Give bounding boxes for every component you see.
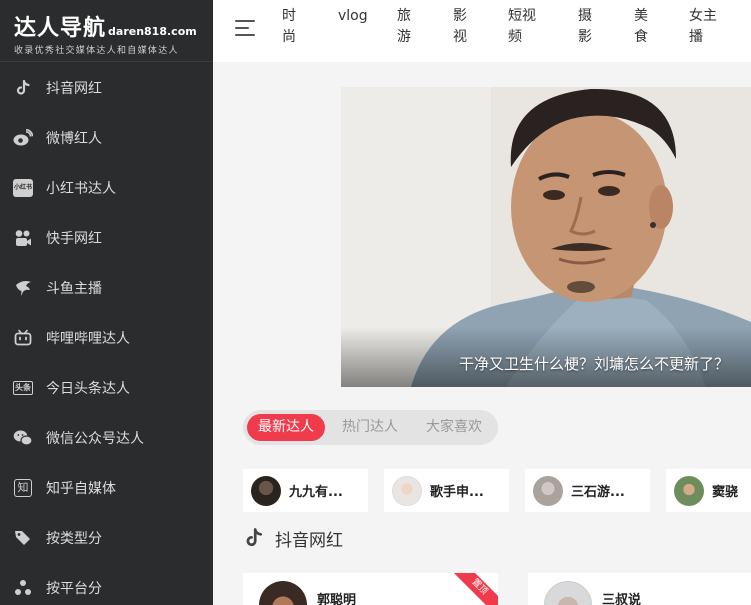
category-vlog[interactable]: vlog <box>338 6 368 27</box>
sidebar-item-label: 微信公众号达人 <box>46 431 144 447</box>
creator-card[interactable]: 九九有... <box>243 469 368 512</box>
menu-line <box>235 20 255 22</box>
creator-name: 窦骁 <box>712 485 739 500</box>
logo-domain: daren818.com <box>108 25 197 38</box>
sidebar-item-by-type[interactable]: 按类型分 <box>0 513 213 563</box>
banner-caption[interactable]: 干净又卫生什么梗？刘墉怎么不更新了？ <box>459 353 729 374</box>
sidebar-item-label: 快手网红 <box>46 231 102 247</box>
sidebar-item-xiaohongshu[interactable]: 小红书 小红书达人 <box>0 163 213 213</box>
platform-icon <box>13 578 33 598</box>
weibo-icon <box>13 128 33 148</box>
logo-title: 达人导航 <box>14 16 107 41</box>
sidebar-item-wechat[interactable]: 微信公众号达人 <box>0 413 213 463</box>
category-fashion[interactable]: 时 尚 <box>282 6 296 48</box>
sidebar-item-label: 今日头条达人 <box>46 381 130 397</box>
sidebar-item-by-platform[interactable]: 按平台分 <box>0 563 213 605</box>
sidebar-item-bilibili[interactable]: 哔哩哔哩达人 <box>0 313 213 363</box>
category-film[interactable]: 影 视 <box>453 6 467 48</box>
sidebar-item-label: 斗鱼主播 <box>46 281 102 297</box>
creator-card[interactable]: 郭聪明 置顶 <box>243 573 498 605</box>
menu-line <box>235 34 255 36</box>
pinned-ribbon: 置顶 <box>446 573 498 605</box>
zhihu-icon-text: 知 <box>14 479 32 497</box>
creator-card[interactable]: 歌手申... <box>384 469 509 512</box>
sidebar-item-label: 小红书达人 <box>46 181 116 197</box>
sidebar-item-zhihu[interactable]: 知 知乎自媒体 <box>0 463 213 513</box>
sidebar-item-label: 按平台分 <box>46 581 102 597</box>
site-logo[interactable]: 达人导航 daren818.com 收录优秀社交媒体达人和自媒体达人 <box>0 0 213 62</box>
menu-line <box>235 27 249 29</box>
sidebar-item-label: 按类型分 <box>46 531 102 547</box>
toutiao-icon-text: 头条 <box>13 381 33 395</box>
sidebar-item-label: 微博红人 <box>46 131 102 147</box>
tiktok-icon <box>243 527 265 549</box>
category-food[interactable]: 美 食 <box>634 6 648 48</box>
creator-card[interactable]: 窦骁 <box>666 469 751 512</box>
avatar <box>259 581 307 605</box>
avatar <box>544 581 592 605</box>
sidebar: 达人导航 daren818.com 收录优秀社交媒体达人和自媒体达人 抖音网红 … <box>0 0 213 605</box>
douyu-icon <box>13 278 33 298</box>
zhihu-icon: 知 <box>13 478 33 498</box>
creator-tabs: 最新达人 热门达人 大家喜欢 <box>243 410 498 445</box>
tag-icon <box>13 528 33 548</box>
top-nav-bar: 时 尚 vlog 旅 游 影 视 短视 频 摄 影 美 食 女主 播 <box>213 0 751 62</box>
sidebar-item-douyu[interactable]: 斗鱼主播 <box>0 263 213 313</box>
category-photography[interactable]: 摄 影 <box>578 6 592 48</box>
tab-latest[interactable]: 最新达人 <box>247 414 325 441</box>
xiaohongshu-icon-text: 小红书 <box>13 179 33 197</box>
category-travel[interactable]: 旅 游 <box>397 6 411 48</box>
creator-name: 三叔说 <box>602 593 642 605</box>
tab-popular[interactable]: 大家喜欢 <box>415 414 493 441</box>
sidebar-item-kuaishou[interactable]: 快手网红 <box>0 213 213 263</box>
creator-name: 歌手申... <box>430 485 484 500</box>
sidebar-item-douyin[interactable]: 抖音网红 <box>0 63 213 113</box>
sidebar-item-label: 知乎自媒体 <box>46 481 116 497</box>
creator-name: 九九有... <box>289 485 343 500</box>
section-title: 抖音网红 <box>275 530 343 551</box>
tab-hot[interactable]: 热门达人 <box>331 414 409 441</box>
featured-banner[interactable]: 干净又卫生什么梗？刘墉怎么不更新了？ <box>341 87 751 387</box>
tiktok-icon <box>13 78 33 98</box>
menu-toggle-button[interactable] <box>235 16 259 40</box>
logo-slogan: 收录优秀社交媒体达人和自媒体达人 <box>14 46 179 56</box>
section-header: 抖音网红 <box>243 524 343 552</box>
category-short-video[interactable]: 短视 频 <box>508 6 536 48</box>
bilibili-icon <box>13 328 33 348</box>
creator-name: 郭聪明 <box>317 593 357 605</box>
creator-name: 三石游... <box>571 485 625 500</box>
creator-card[interactable]: 三叔说 <box>528 573 751 605</box>
sidebar-item-toutiao[interactable]: 头条 今日头条达人 <box>0 363 213 413</box>
sidebar-item-weibo[interactable]: 微博红人 <box>0 113 213 163</box>
avatar <box>392 475 422 506</box>
sidebar-item-label: 哔哩哔哩达人 <box>46 331 130 347</box>
avatar <box>674 475 704 506</box>
creator-card[interactable]: 三石游... <box>525 469 650 512</box>
avatar <box>533 475 563 506</box>
toutiao-icon: 头条 <box>13 378 33 398</box>
avatar <box>251 475 281 506</box>
kuaishou-icon <box>13 228 33 248</box>
xiaohongshu-icon: 小红书 <box>13 178 33 198</box>
wechat-icon <box>13 428 33 448</box>
category-female-streamer[interactable]: 女主 播 <box>689 6 717 48</box>
sidebar-item-label: 抖音网红 <box>46 81 102 97</box>
